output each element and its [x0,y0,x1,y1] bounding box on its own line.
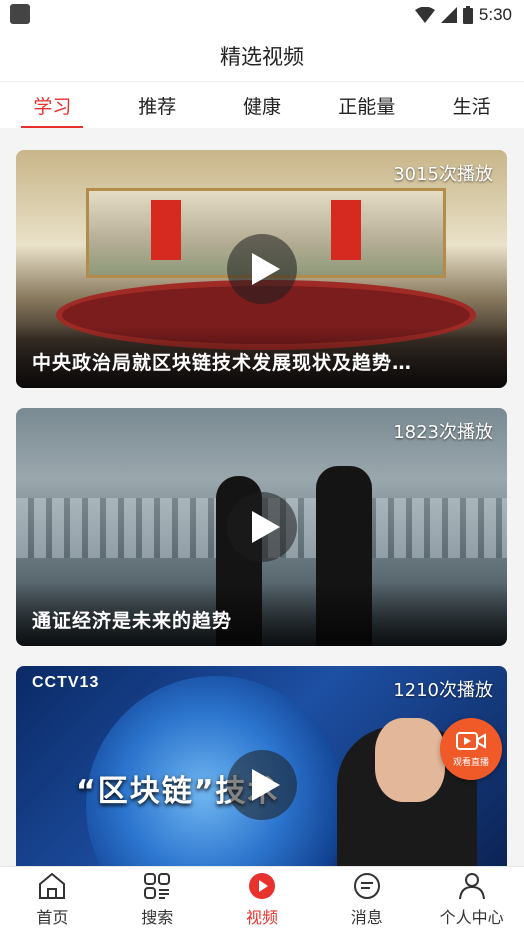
flag-left [151,200,181,260]
video-card[interactable]: 3015次播放 中央政治局就区块链技术发展现状及趋势… [16,150,507,388]
nav-label: 首页 [36,907,69,927]
play-icon [251,253,280,285]
video-title: 通证经济是未来的趋势 [16,584,507,646]
status-indicators: 5:30 [414,3,512,27]
message-icon [353,872,380,899]
play-button[interactable] [226,234,297,304]
play-icon [251,769,280,801]
wifi-icon [414,7,435,23]
channel-logo: CCTV13 [32,674,100,691]
nav-messages[interactable]: 消息 [314,867,419,932]
tab-study[interactable]: 学习 [0,82,105,128]
video-play-icon [248,872,275,899]
watch-live-label: 观看直播 [452,757,489,768]
live-video-icon [456,731,486,750]
status-bar: 5:30 [0,0,524,30]
tab-life[interactable]: 生活 [419,82,524,128]
view-count: 1210次播放 [393,680,493,701]
view-count: 3015次播放 [393,164,493,185]
nav-label: 搜索 [141,907,174,927]
nav-label: 视频 [245,907,278,927]
scene-anchor-face [375,718,445,802]
view-count: 1823次播放 [393,422,493,443]
play-icon [251,511,280,543]
video-title: 中央政治局就区块链技术发展现状及趋势… [16,326,507,388]
battery-icon [462,6,473,24]
nav-label: 消息 [350,907,383,927]
tab-health[interactable]: 健康 [210,82,315,128]
watch-live-button[interactable]: 观看直播 [440,718,502,780]
tab-recommend[interactable]: 推荐 [105,82,210,128]
page-title: 精选视频 [220,44,304,69]
nav-home[interactable]: 首页 [0,867,105,932]
notification-icon [10,4,30,24]
person-icon [458,872,485,899]
nav-search[interactable]: 搜索 [105,867,210,932]
header: 精选视频 [0,30,524,82]
tab-positive-energy[interactable]: 正能量 [314,82,419,128]
home-icon [39,872,66,899]
category-tabs: 学习 推荐 健康 正能量 生活 [0,82,524,128]
signal-icon [440,7,457,23]
play-button[interactable] [226,750,297,820]
bottom-nav: 首页 搜索 视频 消息 个人中心 [0,866,524,932]
nav-video[interactable]: 视频 [210,867,315,932]
nav-label: 个人中心 [439,907,504,927]
video-card[interactable]: 1823次播放 通证经济是未来的趋势 [16,408,507,646]
search-icon [144,872,171,899]
nav-profile[interactable]: 个人中心 [419,867,524,932]
status-time: 5:30 [478,5,512,24]
play-button[interactable] [226,492,297,562]
flag-right [331,200,361,260]
video-card[interactable]: CCTV13 “区块链”技术 1210次播放 [16,666,507,866]
